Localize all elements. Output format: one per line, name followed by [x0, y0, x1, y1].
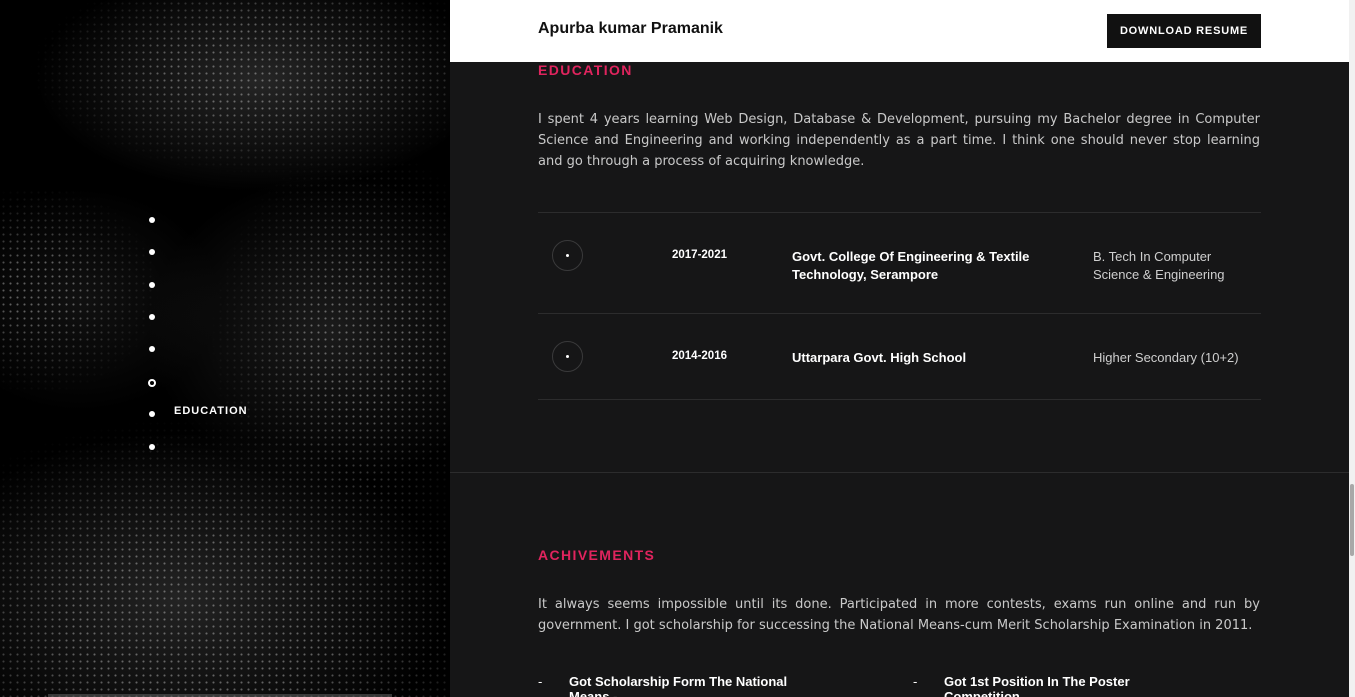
achievement-text: Got Scholarship Form The National Means …: [569, 674, 788, 697]
nav-dot-marker: [148, 379, 156, 387]
top-header: Apurba kumar Pramanik DOWNLOAD RESUME: [450, 0, 1349, 62]
nav-dot-marker: [149, 314, 155, 320]
achievement-bullet: -: [913, 674, 918, 689]
education-degree: Higher Secondary (10+2): [1093, 350, 1239, 365]
particle-wave-pattern: [0, 0, 450, 697]
education-degree: B. Tech In Computer Science & Engineerin…: [1093, 249, 1225, 282]
achievement-bullet: -: [538, 674, 543, 689]
nav-dot-3[interactable]: [146, 279, 158, 291]
education-intro: I spent 4 years learning Web Design, Dat…: [538, 112, 1260, 169]
nav-dot-4[interactable]: [146, 311, 158, 323]
timeline-circle-icon: [552, 240, 583, 271]
nav-active-label[interactable]: EDUCATION: [174, 405, 248, 417]
achievement-item: - Got Scholarship Form The National Mean…: [538, 674, 829, 697]
nav-dot-8[interactable]: [146, 441, 158, 453]
education-row: 2017-2021 Govt. College Of Engineering &…: [538, 213, 1261, 314]
download-resume-button[interactable]: DOWNLOAD RESUME: [1107, 14, 1261, 48]
education-year: 2017-2021: [672, 249, 727, 261]
achievement-text: Got 1st Position In The Poster Competiti…: [944, 674, 1130, 697]
education-table: 2017-2021 Govt. College Of Engineering &…: [538, 212, 1261, 400]
nav-dot-marker: [149, 346, 155, 352]
site-brand[interactable]: Apurba kumar Pramanik: [538, 20, 723, 38]
nav-dot-6-active[interactable]: [146, 377, 158, 389]
achievements-heading: ACHIVEMENTS: [538, 547, 656, 563]
nav-dot-1[interactable]: [146, 214, 158, 226]
achievements-intro: It always seems impossible until its don…: [538, 597, 1260, 633]
main-content[interactable]: EDUCATION I spent 4 years learning Web D…: [450, 62, 1349, 697]
education-year: 2014-2016: [672, 350, 727, 362]
page-scrollbar[interactable]: [1349, 0, 1355, 697]
education-institution: Govt. College Of Engineering & Textile T…: [792, 249, 1030, 282]
timeline-circle-icon: [552, 341, 583, 372]
education-institution: Uttarpara Govt. High School: [792, 350, 967, 365]
education-row: 2014-2016 Uttarpara Govt. High School Hi…: [538, 314, 1261, 400]
nav-dot-marker: [149, 249, 155, 255]
nav-dot-marker: [149, 444, 155, 450]
nav-dot-education[interactable]: [146, 408, 158, 420]
nav-dot-5[interactable]: [146, 343, 158, 355]
nav-dot-marker: [149, 282, 155, 288]
nav-dot-marker: [149, 411, 155, 417]
achievement-item: - Got 1st Position In The Poster Competi…: [913, 674, 1204, 697]
hero-background: EDUCATION: [0, 0, 450, 697]
education-heading: EDUCATION: [538, 62, 633, 78]
scrollbar-thumb[interactable]: [1350, 484, 1354, 556]
section-divider: [450, 472, 1349, 473]
nav-dot-marker: [149, 217, 155, 223]
nav-dot-2[interactable]: [146, 246, 158, 258]
